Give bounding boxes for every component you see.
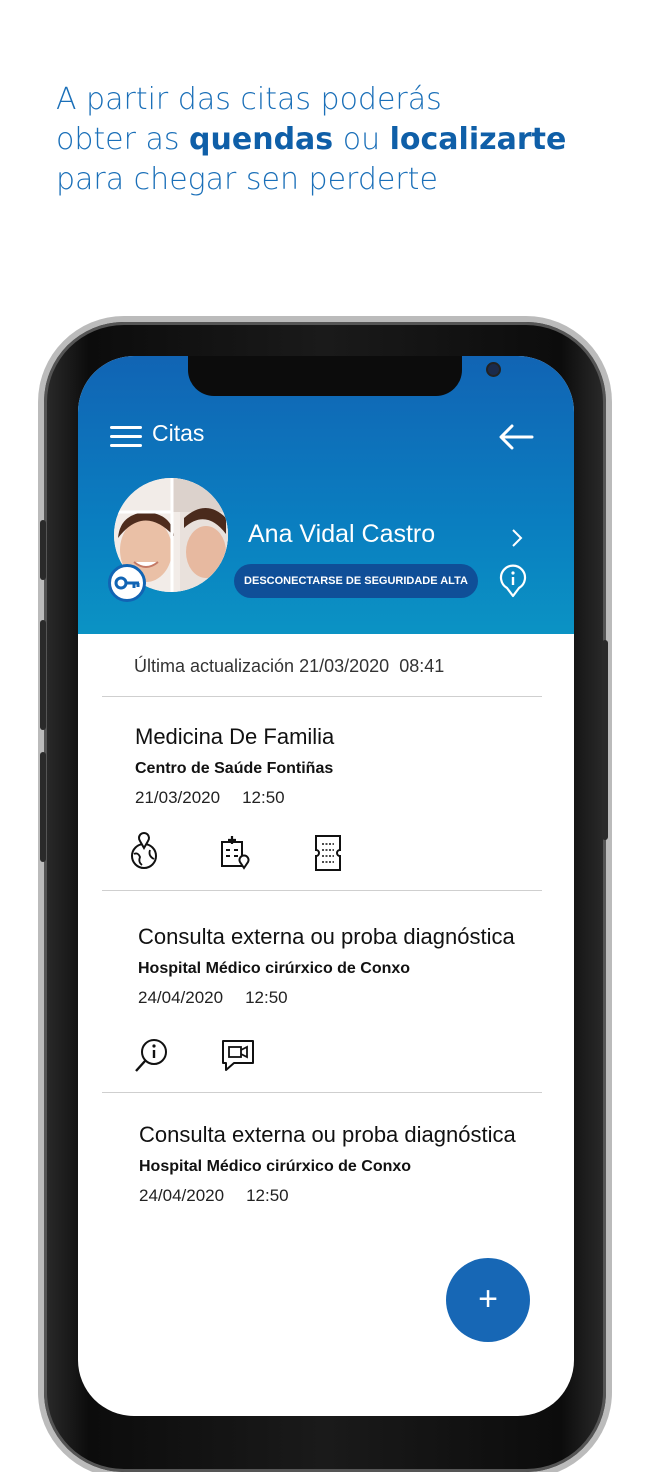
- back-arrow-icon[interactable]: [498, 424, 534, 450]
- appointment-place: Hospital Médico cirúrxico de Conxo: [139, 1158, 412, 1175]
- headline-bold-quendas: quendas: [189, 122, 334, 157]
- headline-line-2: obter as quendas ou localizarte: [56, 120, 636, 160]
- hospital-location-icon[interactable]: [218, 832, 250, 870]
- phone-side-button: [40, 752, 46, 862]
- appointment-place: Centro de Saúde Fontiñas: [135, 760, 334, 777]
- info-pin-icon[interactable]: [498, 564, 528, 598]
- appointment-title-rest: ou proba diagnóstica: [304, 924, 515, 949]
- info-search-icon[interactable]: [134, 1036, 170, 1074]
- appointment-time: 12:50: [242, 788, 285, 807]
- user-name[interactable]: Ana Vidal Castro: [248, 520, 435, 549]
- ticket-icon[interactable]: [312, 834, 344, 872]
- appointment-date: 24/04/2020: [138, 988, 224, 1007]
- appointment-title-main: Medicina De Familia: [135, 724, 335, 749]
- appointment-datetime: 21/03/2020 12:50: [135, 788, 285, 808]
- phone-notch: [188, 356, 499, 396]
- appointment-title[interactable]: Consulta externa ou proba diagnóstica: [138, 924, 515, 950]
- app-screen: Citas Ana Vidal Castro DESCONECTARSE DE: [78, 356, 574, 1416]
- headline-text: obter as: [56, 122, 190, 157]
- last-update-date: 21/03/2020: [299, 656, 390, 676]
- last-update: Última actualización 21/03/2020 08:41: [134, 656, 444, 677]
- add-appointment-button[interactable]: +: [446, 1258, 530, 1342]
- divider: [102, 696, 542, 697]
- promo-headline: A partir das citas poderás obter as quen…: [56, 80, 636, 200]
- map-pin-globe-icon[interactable]: [128, 832, 160, 870]
- divider: [102, 1092, 542, 1093]
- video-chat-icon[interactable]: [220, 1038, 256, 1076]
- headline-line-1: A partir das citas poderás: [56, 82, 442, 117]
- headline-text: ou: [333, 122, 390, 157]
- appointment-datetime: 24/04/2020 12:50: [138, 988, 288, 1008]
- appointment-place: Hospital Médico cirúrxico de Conxo: [138, 960, 411, 977]
- appointment-date: 24/04/2020: [139, 1186, 225, 1205]
- chevron-right-icon[interactable]: [510, 528, 524, 548]
- logout-high-security-button[interactable]: DESCONECTARSE DE SEGURIDADE ALTA: [234, 564, 478, 598]
- divider: [102, 890, 542, 891]
- appointment-title-rest: ou proba diagnóstica: [305, 1122, 516, 1147]
- appointment-datetime: 24/04/2020 12:50: [139, 1186, 289, 1206]
- hamburger-menu-icon[interactable]: [110, 426, 142, 448]
- last-update-time: 08:41: [399, 656, 445, 676]
- key-badge-icon: [108, 564, 146, 602]
- appointment-title[interactable]: Consulta externa ou proba diagnóstica: [139, 1122, 516, 1148]
- appointment-time: 12:50: [246, 1186, 289, 1205]
- phone-side-button: [40, 520, 46, 580]
- appointment-title-main: Consulta externa: [138, 924, 305, 949]
- camera-dot: [488, 364, 499, 375]
- headline-bold-localizarte: localizarte: [389, 122, 567, 157]
- page-title: Citas: [152, 420, 205, 446]
- appointment-time: 12:50: [245, 988, 288, 1007]
- last-update-label: Última actualización: [134, 656, 295, 676]
- appointment-date: 21/03/2020: [135, 788, 221, 807]
- profile-header: Citas Ana Vidal Castro DESCONECTARSE DE: [78, 356, 574, 634]
- phone-side-button: [40, 620, 46, 730]
- appointment-title-main: Consulta externa: [139, 1122, 306, 1147]
- headline-line-3: para chegar sen perderte: [56, 162, 438, 197]
- appointment-title[interactable]: Medicina De Familia: [135, 724, 334, 750]
- phone-side-button: [602, 640, 608, 840]
